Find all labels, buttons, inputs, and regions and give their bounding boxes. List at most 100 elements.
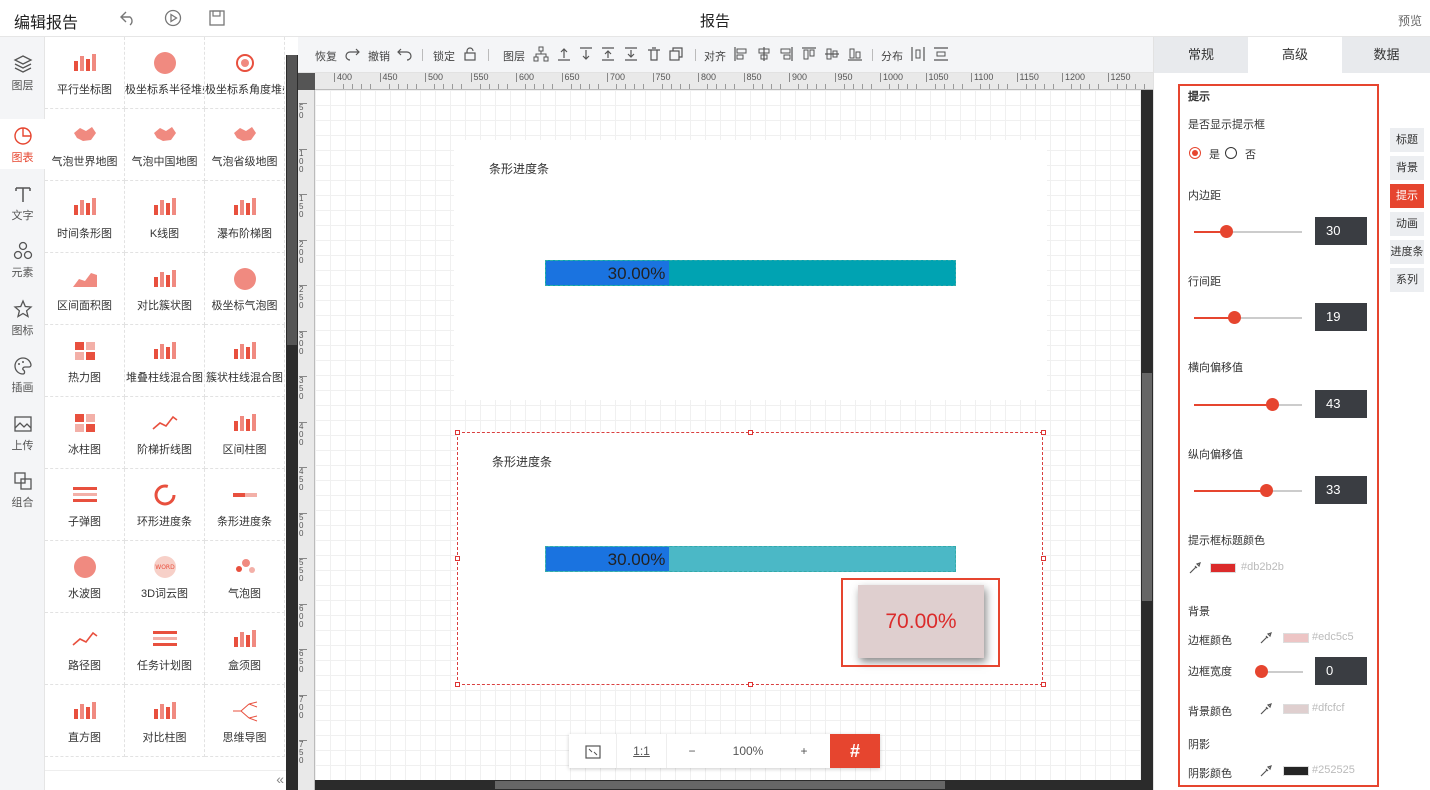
distribute-h-icon[interactable] [910, 46, 926, 62]
resize-handle[interactable] [1041, 556, 1046, 561]
nav-item-elements[interactable]: 元素 [0, 234, 45, 284]
tab-data[interactable]: 数据 [1342, 37, 1430, 73]
move-down-icon[interactable] [578, 46, 594, 62]
delete-icon[interactable] [646, 46, 662, 62]
radio-no[interactable] [1225, 147, 1237, 159]
palette-item[interactable]: 气泡中国地图 [125, 109, 205, 181]
zoom-out-button[interactable]: − [667, 734, 717, 768]
palette-item[interactable]: 对比柱图 [125, 685, 205, 757]
palette-item[interactable]: 气泡世界地图 [45, 109, 125, 181]
palette-item[interactable]: 路径图 [45, 613, 125, 685]
align-left-icon[interactable] [733, 46, 749, 62]
offset-x-slider[interactable] [1194, 398, 1302, 411]
undo-icon[interactable] [397, 46, 413, 62]
side-tab-progress-bar[interactable]: 进度条 [1390, 240, 1424, 264]
line-height-input[interactable]: 19 [1315, 303, 1367, 331]
palette-item[interactable]: 水波图 [45, 541, 125, 613]
align-middle-icon[interactable] [824, 46, 840, 62]
layer-tree-icon[interactable] [533, 46, 549, 62]
palette-item[interactable]: 任务计划图 [125, 613, 205, 685]
palette-item[interactable]: 区间柱图 [205, 397, 285, 469]
align-top-icon[interactable] [801, 46, 817, 62]
nav-item-icons[interactable]: 图标 [0, 292, 45, 342]
redo-icon[interactable] [344, 46, 360, 62]
copy-icon[interactable] [668, 46, 684, 62]
align-bottom-icon[interactable] [847, 46, 863, 62]
padding-slider[interactable] [1194, 225, 1302, 238]
palette-item[interactable]: 平行坐标图 [45, 37, 125, 109]
resize-handle[interactable] [748, 682, 753, 687]
line-height-slider[interactable] [1194, 311, 1302, 324]
palette-item[interactable]: 热力图 [45, 325, 125, 397]
resize-handle[interactable] [1041, 682, 1046, 687]
grid-toggle-button[interactable]: # [830, 734, 880, 768]
border-width-slider[interactable] [1255, 665, 1303, 678]
preview-button[interactable]: 预览 [1398, 12, 1422, 29]
slider-knob[interactable] [1227, 311, 1241, 324]
resize-handle[interactable] [1041, 430, 1046, 435]
palette-item[interactable]: 时间条形图 [45, 181, 125, 253]
align-right-icon[interactable] [778, 46, 794, 62]
title-color-swatch[interactable] [1210, 563, 1236, 573]
bring-to-front-icon[interactable] [600, 46, 616, 62]
distribute-v-icon[interactable] [933, 46, 949, 62]
nav-item-charts[interactable]: 图表 [0, 119, 45, 169]
border-color-swatch[interactable] [1283, 633, 1309, 643]
slider-knob[interactable] [1265, 398, 1279, 411]
palette-item[interactable]: 极坐标系半径堆叠 [125, 37, 205, 109]
palette-item[interactable]: 簇状柱线混合图 [205, 325, 285, 397]
palette-item[interactable]: 气泡省级地图 [205, 109, 285, 181]
palette-item[interactable]: 直方图 [45, 685, 125, 757]
palette-scroll-thumb[interactable] [287, 55, 297, 345]
palette-item[interactable]: WORD 3D词云图 [125, 541, 205, 613]
nav-item-upload[interactable]: 上传 [0, 407, 45, 457]
resize-handle[interactable] [455, 430, 460, 435]
lock-button[interactable]: 锁定 [433, 48, 455, 64]
shadow-color-swatch[interactable] [1283, 766, 1309, 776]
slider-knob[interactable] [1255, 665, 1268, 678]
bg-color-swatch[interactable] [1283, 704, 1309, 714]
nav-item-illustrations[interactable]: 插画 [0, 349, 45, 399]
offset-x-input[interactable]: 43 [1315, 390, 1367, 418]
palette-item[interactable]: 环形进度条 [125, 469, 205, 541]
padding-input[interactable]: 30 [1315, 217, 1367, 245]
nav-item-layers[interactable]: 图层 [0, 47, 45, 97]
side-tab-animation[interactable]: 动画 [1390, 212, 1424, 236]
lock-icon[interactable] [462, 46, 478, 62]
palette-item[interactable]: 思维导图 [205, 685, 285, 757]
border-width-input[interactable]: 0 [1315, 657, 1367, 685]
side-tab-series[interactable]: 系列 [1390, 268, 1424, 292]
eyedropper-icon[interactable] [1259, 764, 1273, 778]
palette-item[interactable]: 条形进度条 [205, 469, 285, 541]
tab-general[interactable]: 常规 [1154, 37, 1248, 73]
collapse-panel-icon[interactable]: « [276, 771, 284, 787]
canvas-scroll-thumb-vertical[interactable] [1142, 373, 1152, 601]
zoom-in-button[interactable]: + [779, 734, 829, 768]
palette-item[interactable]: 极坐标气泡图 [205, 253, 285, 325]
palette-item[interactable]: 盒须图 [205, 613, 285, 685]
send-to-back-icon[interactable] [623, 46, 639, 62]
radio-yes[interactable] [1189, 147, 1201, 159]
restore-button[interactable]: 恢复 [315, 48, 337, 64]
side-tab-background[interactable]: 背景 [1390, 156, 1424, 180]
undo-button[interactable]: 撤销 [368, 48, 390, 64]
side-tab-title[interactable]: 标题 [1390, 128, 1424, 152]
offset-y-input[interactable]: 33 [1315, 476, 1367, 504]
palette-item[interactable]: 气泡图 [205, 541, 285, 613]
resize-handle[interactable] [455, 682, 460, 687]
progress-bar-widget-1[interactable]: 条形进度条 30.00% [454, 140, 1047, 400]
tab-advanced[interactable]: 高级 [1248, 37, 1342, 73]
eyedropper-icon[interactable] [1259, 631, 1273, 645]
align-center-h-icon[interactable] [756, 46, 772, 62]
palette-item[interactable]: 极坐标系角度堆叠 [205, 37, 285, 109]
side-tab-tooltip[interactable]: 提示 [1390, 184, 1424, 208]
eyedropper-icon[interactable] [1259, 702, 1273, 716]
move-up-icon[interactable] [556, 46, 572, 62]
report-canvas[interactable]: 条形进度条 30.00% 条形进度条 30.00% [315, 90, 1141, 780]
palette-item[interactable]: 瀑布阶梯图 [205, 181, 285, 253]
palette-item[interactable]: 阶梯折线图 [125, 397, 205, 469]
palette-item[interactable]: K线图 [125, 181, 205, 253]
resize-handle[interactable] [748, 430, 753, 435]
fit-screen-button[interactable] [569, 734, 617, 768]
palette-item[interactable]: 对比簇状图 [125, 253, 205, 325]
